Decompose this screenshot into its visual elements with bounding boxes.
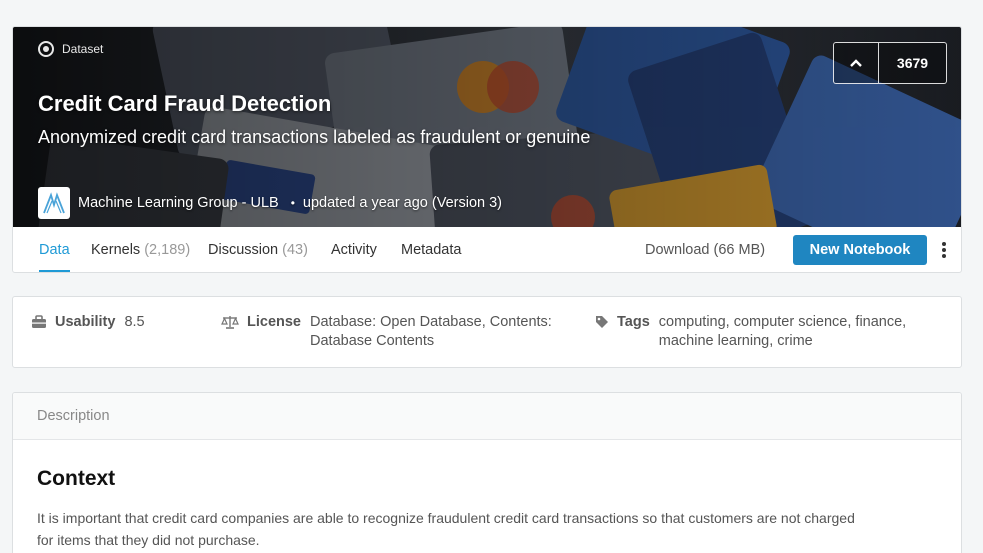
tab-data-label: Data: [39, 242, 70, 258]
owner-row: Machine Learning Group - ULB • updated a…: [38, 187, 502, 219]
dataset-tabs: Data Kernels (2,189) Discussion (43) Act…: [13, 227, 961, 272]
description-text-line-2: for items that they did not purchase.: [37, 532, 260, 548]
license-item: License Database: Open Database, Content…: [221, 313, 552, 351]
tags-value-line-1: computing, computer science, finance,: [658, 314, 907, 330]
upvote-widget: 3679: [833, 42, 947, 84]
license-value-line-1: Database: Open Database, Contents:: [310, 314, 552, 330]
license-value-line-2: Database Contents: [310, 333, 435, 349]
tab-metadata[interactable]: Metadata: [401, 227, 462, 272]
ulb-logo-icon: [43, 192, 65, 214]
tags-item: Tags computing, computer science, financ…: [595, 313, 906, 351]
tags-label: Tags: [617, 314, 650, 330]
usability-label: Usability: [55, 314, 116, 330]
tags-value-line-2: machine learning, crime: [658, 333, 813, 349]
license-value[interactable]: Database: Open Database, Contents: Datab…: [310, 313, 552, 351]
tab-kernels[interactable]: Kernels (2,189): [91, 227, 191, 272]
upvote-button[interactable]: [834, 43, 879, 83]
tab-data[interactable]: Data: [39, 227, 70, 272]
description-heading: Description: [13, 393, 961, 440]
tab-activity-label: Activity: [331, 242, 377, 258]
tab-metadata-label: Metadata: [401, 242, 462, 258]
section-title: Context: [37, 467, 116, 490]
usability-item: Usability 8.5: [31, 313, 145, 332]
owner-name-link[interactable]: Machine Learning Group - ULB: [78, 195, 279, 211]
dataset-header-card: Dataset Credit Card Fraud Detection Anon…: [12, 26, 962, 273]
usability-value: 8.5: [124, 314, 145, 330]
scale-icon: [221, 316, 239, 329]
page-subtitle: Anonymized credit card transactions labe…: [38, 127, 591, 147]
tab-discussion[interactable]: Discussion (43): [208, 227, 308, 272]
tab-kernels-count: (2,189): [144, 242, 191, 258]
separator-dot: •: [290, 196, 295, 210]
dataset-meta-card: Usability 8.5 License Database: Open Dat…: [12, 296, 962, 368]
dataset-type-text: Dataset: [62, 42, 104, 56]
updated-text: updated a year ago (Version 3): [302, 195, 503, 211]
tab-discussion-label: Discussion: [208, 242, 279, 258]
download-button[interactable]: Download (66 MB): [645, 227, 765, 272]
description-text: It is important that credit card compani…: [37, 507, 937, 551]
description-text-line-1: It is important that credit card compani…: [37, 510, 855, 526]
page-title: Credit Card Fraud Detection: [38, 91, 332, 116]
dataset-type-label: Dataset: [38, 41, 103, 57]
owner-avatar[interactable]: [38, 187, 70, 219]
toolbox-icon: [32, 315, 46, 328]
chevron-up-icon: [850, 59, 862, 67]
dataset-icon: [38, 41, 54, 57]
new-notebook-button[interactable]: New Notebook: [793, 235, 927, 265]
vote-count: 3679: [896, 55, 929, 71]
license-label: License: [247, 314, 301, 330]
tab-discussion-count: (43): [282, 242, 308, 258]
more-options-icon[interactable]: [939, 240, 949, 260]
tab-activity[interactable]: Activity: [331, 227, 377, 272]
description-card: Description Context It is important that…: [12, 392, 962, 553]
tags-value[interactable]: computing, computer science, finance, ma…: [659, 313, 906, 351]
tab-kernels-label: Kernels: [91, 242, 141, 258]
banner-image: Dataset Credit Card Fraud Detection Anon…: [13, 27, 961, 227]
tag-icon: [596, 316, 608, 328]
